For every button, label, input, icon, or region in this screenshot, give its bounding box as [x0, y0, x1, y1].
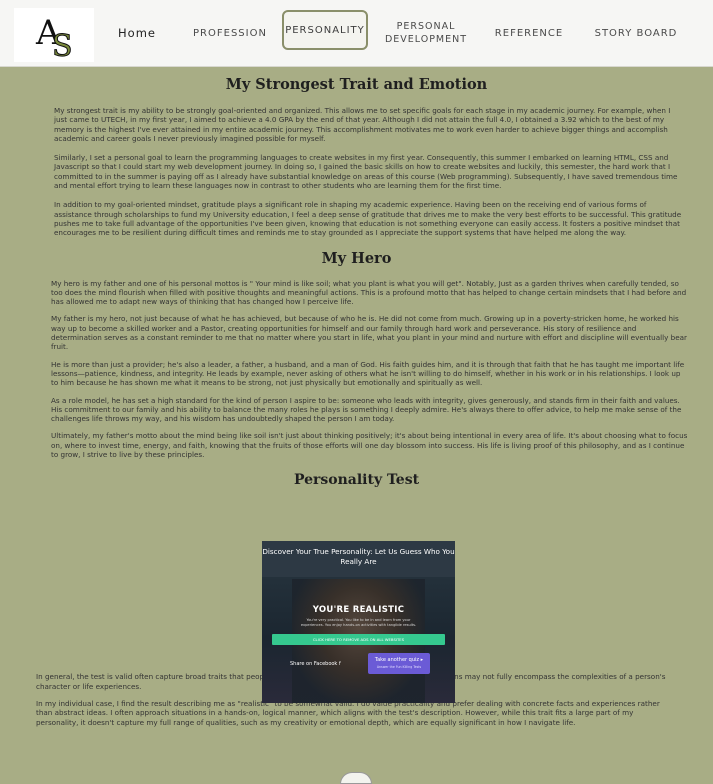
chevron-right-icon: ▸: [420, 657, 424, 663]
take-another-sublabel: Answer the Fun Killing Tests: [376, 665, 422, 669]
trait-paragraph-1: My strongest trait is my ability to be s…: [54, 106, 671, 143]
quiz-heading: Discover Your True Personality: Let Us G…: [262, 541, 455, 577]
scroll-to-top-handle[interactable]: [340, 772, 372, 784]
section-title-hero: My Hero: [321, 249, 392, 267]
nav-personal-development-line2: DEVELOPMENT: [384, 34, 468, 45]
nav-personal-development-line1: PERSONAL: [396, 21, 456, 32]
hero-paragraph-5: Ultimately, my father's motto about the …: [51, 431, 688, 460]
nav-home[interactable]: Home: [108, 0, 166, 66]
quiz-result-title: YOU'RE REALISTIC: [312, 605, 405, 615]
facebook-icon: f: [338, 661, 341, 667]
personality-quiz-image: Discover Your True Personality: Let Us G…: [262, 541, 455, 703]
nav-personal-development[interactable]: PERSONAL DEVELOPMENT: [378, 0, 474, 66]
share-facebook-label: Share on Facebook: [290, 661, 338, 667]
test-paragraph-2: In my individual case, I find the result…: [36, 698, 660, 727]
nav-reference[interactable]: REFERENCE: [486, 0, 572, 66]
quiz-result-description: You're very practical. You like to be in…: [300, 618, 417, 627]
hero-paragraph-2: My father is my hero, not just because o…: [51, 314, 687, 352]
share-facebook-button[interactable]: Share on Facebook f: [290, 661, 341, 667]
section-strongest-trait: My Strongest Trait and Emotion My strong…: [0, 76, 713, 238]
take-another-label: Take another quiz: [374, 657, 420, 663]
section-title-test: Personality Test: [293, 472, 420, 489]
hero-paragraph-1: My hero is my father and one of his pers…: [51, 278, 687, 307]
nav-profession[interactable]: PROFESSION: [186, 0, 274, 66]
nav-story-board[interactable]: STORY BOARD: [586, 0, 686, 66]
top-navigation-bar: A S Home PROFESSION PERSONALITY PERSONAL…: [0, 0, 713, 67]
nav-personality[interactable]: PERSONALITY: [282, 10, 368, 50]
site-logo[interactable]: A S: [14, 8, 94, 62]
main-content: My Strongest Trait and Emotion My strong…: [0, 67, 713, 727]
section-my-hero: My Hero My hero is my father and one of …: [0, 250, 713, 460]
trait-paragraph-2: Similarly, I set a personal goal to lear…: [54, 153, 678, 191]
hero-paragraph-4: As a role model, he has set a high stand…: [51, 395, 682, 424]
take-another-quiz-button[interactable]: Take another quiz ▸ Answer the Fun Killi…: [368, 653, 430, 674]
section-title-trait: My Strongest Trait and Emotion: [225, 76, 488, 93]
hero-paragraph-3: He is more than just a provider; he's al…: [51, 359, 685, 388]
trait-paragraph-3: In addition to my goal-oriented mindset,…: [54, 200, 682, 238]
svg-text:S: S: [52, 29, 73, 62]
remove-ads-button[interactable]: CLICK HERE TO REMOVE ADS ON ALL WEBSITES: [272, 634, 445, 645]
